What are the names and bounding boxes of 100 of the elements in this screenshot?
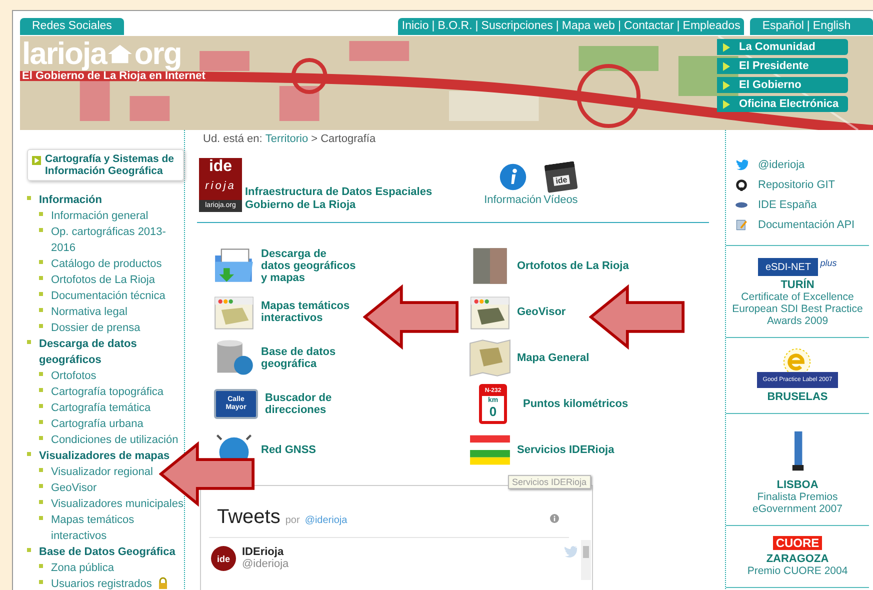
bullet-icon — [39, 436, 43, 440]
logo-text: ide — [208, 158, 232, 176]
triangle-icon — [723, 80, 730, 90]
sidebar-link[interactable]: Mapas temáticos interactivos — [51, 512, 184, 544]
bullet-icon — [39, 228, 43, 232]
award-city: LISBOA — [776, 479, 818, 491]
nav-link[interactable]: Suscripciones — [481, 18, 553, 35]
bullet-icon — [39, 324, 43, 328]
separator: | — [676, 19, 680, 34]
bullet-icon — [27, 340, 31, 344]
award-description: Finalista Premios eGovernment 2007 — [752, 491, 844, 515]
scrollbar[interactable] — [581, 540, 591, 580]
bullet-icon — [39, 580, 43, 584]
banner-menu-item[interactable]: El Presidente — [717, 58, 848, 74]
award-city: TURÍN — [780, 279, 814, 291]
service-link[interactable]: Mapas temáticos interactivos — [213, 289, 469, 335]
logo-text: larioja — [22, 38, 106, 70]
sidebar-link[interactable]: Ortofotos de La Rioja — [51, 272, 155, 288]
bullet-icon — [39, 500, 43, 504]
bullet-icon — [39, 468, 43, 472]
bullet-icon — [39, 484, 43, 488]
widget-title: Tweets — [217, 506, 280, 529]
sidebar-link[interactable]: Usuarios registrados — [51, 576, 152, 590]
resource-link[interactable]: Repositorio GIT — [735, 177, 869, 193]
account-name[interactable]: IDErioja — [242, 546, 289, 558]
banner-menu-item[interactable]: El Gobierno — [717, 77, 848, 93]
service-link[interactable]: Ortofotos de La Rioja — [469, 243, 725, 289]
handle-link[interactable]: @iderioja — [304, 515, 348, 526]
sidebar-link[interactable]: Cartografía topográfica — [51, 384, 164, 400]
sidebar-link[interactable]: GeoVisor — [51, 480, 97, 496]
sidebar-link[interactable]: Zona pública — [51, 560, 114, 576]
resource-link[interactable]: IDE España — [735, 197, 869, 213]
bullet-icon — [39, 388, 43, 392]
heading-text: Cartografía y Sistemas de Información Geográfica — [45, 153, 175, 177]
sidebar-link[interactable]: Visualizadores municipales — [51, 496, 184, 512]
sidebar-link[interactable]: Cartografía urbana — [51, 416, 144, 432]
service-link[interactable]: Base de datos geográfica — [213, 335, 469, 381]
separator: | — [556, 19, 559, 34]
sidebar-link[interactable]: Información general — [51, 208, 148, 224]
sidebar-link[interactable]: Visualizador regional — [51, 464, 153, 480]
award-city: BRUSELAS — [767, 391, 828, 403]
triangle-icon — [723, 42, 730, 52]
info-link[interactable]: Información — [484, 163, 542, 206]
ide-title: Infraestructura de Datos Espaciales Gobierno de La Rioja — [245, 186, 432, 212]
separator: | — [806, 19, 810, 34]
avatar-logo: ide — [211, 546, 236, 571]
resource-link[interactable]: @iderioja — [735, 157, 869, 173]
resource-link[interactable]: Documentación API — [735, 217, 869, 233]
service-link[interactable]: Servicios IDERioja — [469, 427, 725, 473]
breadcrumb-link[interactable]: Territorio — [265, 133, 308, 145]
sidebar-link[interactable]: Cartografía temática — [51, 400, 151, 416]
sidebar-section-link[interactable]: Base de Datos Geográfica — [39, 544, 176, 560]
sidebar-link[interactable]: Catálogo de productos — [51, 256, 162, 272]
social-tab[interactable]: Redes Sociales — [20, 18, 124, 35]
sidebar-link[interactable]: Ortofotos — [51, 368, 96, 384]
account-handle: @iderioja — [242, 558, 289, 570]
bullet-icon — [27, 196, 31, 200]
bullet-icon — [39, 292, 43, 296]
service-link[interactable]: Mapa General — [469, 335, 725, 381]
nav-link[interactable]: Inicio — [402, 18, 429, 35]
nav-link[interactable]: Mapa web — [562, 18, 615, 35]
sidebar-link[interactable]: Normativa legal — [51, 304, 128, 320]
sidebar-link[interactable]: Dossier de prensa — [51, 320, 140, 336]
banner-menu-item[interactable]: La Comunidad — [717, 39, 848, 55]
sidebar-section-link[interactable]: Información — [39, 192, 102, 208]
document-pencil-icon — [735, 219, 748, 231]
sidebar-section-link[interactable]: Visualizadores de mapas — [39, 448, 170, 464]
tagline: El Gobierno de La Rioja en Internet — [22, 70, 206, 82]
nav-link[interactable]: Empleados — [682, 18, 740, 35]
bullet-icon — [39, 404, 43, 408]
service-link[interactable]: Descarga de datos geográficos y mapas — [213, 243, 469, 289]
clapperboard-icon: ide — [544, 161, 578, 193]
nav-link[interactable]: Contactar — [624, 18, 674, 35]
bullet-icon — [39, 516, 43, 520]
info-icon — [498, 163, 527, 191]
sidebar-link[interactable]: Documentación técnica — [51, 288, 166, 304]
info-icon[interactable] — [550, 514, 559, 523]
service-link[interactable]: GeoVisor — [469, 289, 725, 335]
info-link[interactable]: ide Vídeos — [544, 163, 578, 206]
separator: | — [618, 19, 621, 34]
language-link[interactable]: Español — [762, 18, 804, 35]
logo-text: org — [134, 38, 182, 70]
widget-byline: por — [285, 515, 300, 526]
sidebar-section-link[interactable]: Descarga de datos geográficos — [39, 336, 184, 368]
language-link[interactable]: English — [812, 18, 851, 35]
award-city: ZARAGOZA — [766, 553, 829, 565]
bullet-icon — [39, 276, 43, 280]
nav-link[interactable]: B.O.R. — [438, 18, 472, 35]
bullet-icon — [39, 564, 43, 568]
bird-icon — [563, 546, 577, 558]
sidebar-link[interactable]: Condiciones de utilización — [51, 432, 178, 448]
breadcrumb-label: Ud. está en: — [203, 133, 262, 145]
sidebar-link[interactable]: Op. cartográficas 2013-2016 — [51, 224, 184, 256]
breadcrumb-current: Cartografía — [320, 133, 376, 145]
tooltip: Servicios IDERioja — [508, 475, 591, 489]
bird-icon — [735, 159, 748, 171]
banner-menu-item[interactable]: Oficina Electrónica — [717, 96, 848, 112]
award-logo: CUORE — [772, 536, 822, 550]
logo-superscript: plus — [820, 258, 837, 268]
folded-map-icon — [469, 339, 511, 377]
